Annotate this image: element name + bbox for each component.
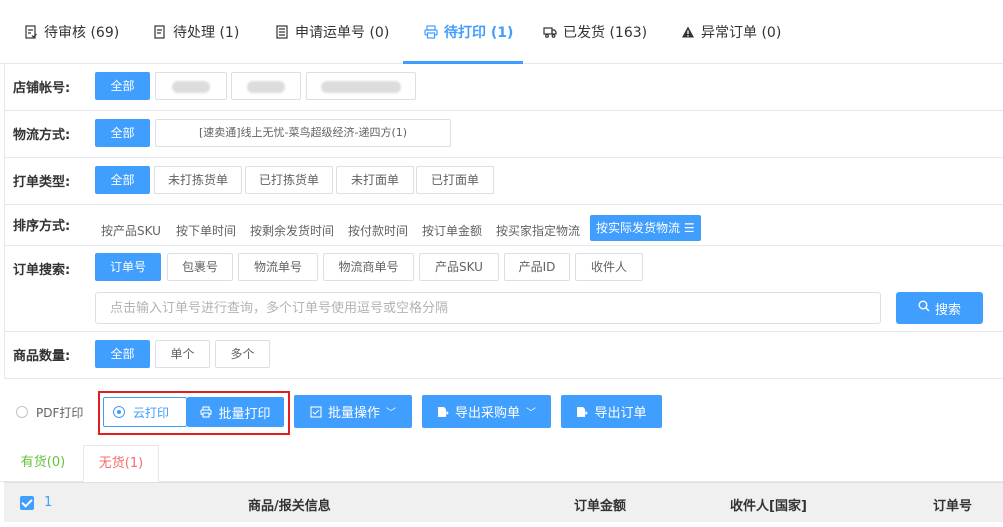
tab-out-of-stock[interactable]: 无货(1) bbox=[83, 445, 159, 482]
tab-label: 异常订单 (0) bbox=[701, 25, 782, 41]
sort-by-order-amount[interactable]: 按订单金额 bbox=[422, 222, 482, 239]
tab-pending-review[interactable]: 待审核 (69) bbox=[12, 0, 131, 64]
logistics-option[interactable]: [速卖通]线上无忧-菜鸟超级经济-递四方(1) bbox=[155, 119, 451, 147]
search-button-label: 搜索 bbox=[934, 302, 961, 318]
export-orders-label: 导出订单 bbox=[594, 406, 647, 421]
truck-icon bbox=[543, 27, 557, 38]
tab-label: 待打印 (1) bbox=[444, 25, 514, 41]
tab-pending-print[interactable]: 待打印 (1) bbox=[412, 0, 525, 64]
filter-label: 排序方式: bbox=[13, 219, 71, 234]
sort-lines-icon: ☰ bbox=[683, 221, 695, 235]
tab-apply-tracking[interactable]: 申请运单号 (0) bbox=[263, 0, 401, 64]
search-by-product-id[interactable]: 产品ID bbox=[504, 253, 570, 281]
tab-pending-process[interactable]: 待处理 (1) bbox=[141, 0, 251, 64]
tab-label: 待处理 (1) bbox=[173, 25, 240, 41]
export-icon bbox=[437, 406, 449, 417]
select-all-checkbox[interactable] bbox=[20, 496, 34, 510]
logistics-all-button[interactable]: 全部 bbox=[95, 119, 150, 147]
order-status-tabs: 待审核 (69) 待处理 (1) 申请运单号 (0) 待打印 (1) 已发货 (… bbox=[0, 0, 1003, 64]
selected-count: 1 bbox=[44, 495, 53, 510]
checkbox-edit-icon bbox=[310, 405, 322, 418]
store-all-button[interactable]: 全部 bbox=[95, 72, 150, 100]
redacted-text bbox=[321, 80, 401, 93]
export-purchase-order-label: 导出采购单 bbox=[454, 406, 520, 421]
printer-icon bbox=[424, 25, 438, 39]
search-by-recipient[interactable]: 收件人 bbox=[575, 253, 643, 281]
sort-by-sku[interactable]: 按产品SKU bbox=[101, 222, 161, 239]
filter-row-print-type: 打单类型: 全部 未打拣货单 已打拣货单 未打面单 已打面单 bbox=[5, 158, 1003, 205]
tab-label: 已发货 (163) bbox=[563, 25, 648, 41]
tab-shipped[interactable]: 已发货 (163) bbox=[531, 0, 659, 64]
tab-label: 申请运单号 (0) bbox=[295, 25, 390, 41]
filter-label: 店铺帐号: bbox=[13, 81, 71, 96]
pdf-print-radio[interactable]: PDF打印 bbox=[16, 397, 83, 427]
sort-by-buyer-logistics[interactable]: 按买家指定物流 bbox=[496, 222, 580, 239]
filter-row-quantity: 商品数量: 全部 单个 多个 bbox=[5, 332, 1003, 379]
tab-in-stock[interactable]: 有货(0) bbox=[10, 445, 76, 482]
search-by-package-no[interactable]: 包裹号 bbox=[167, 253, 233, 281]
sort-active-label: 按实际发货物流 bbox=[596, 221, 681, 235]
tab-label: 待审核 (69) bbox=[44, 25, 120, 41]
pdf-print-label: PDF打印 bbox=[36, 405, 84, 420]
redacted-text bbox=[172, 80, 210, 93]
document-edit-icon bbox=[154, 25, 165, 39]
print-type-unpicked[interactable]: 未打拣货单 bbox=[154, 166, 242, 194]
order-table-header: 1 商品/报关信息 订单金额 收件人[国家] 订单号 bbox=[4, 482, 1003, 522]
search-by-tracking-no[interactable]: 物流单号 bbox=[238, 253, 318, 281]
batch-operations-button[interactable]: 批量操作 ﹀ bbox=[294, 395, 412, 428]
export-purchase-order-button[interactable]: 导出采购单 ﹀ bbox=[422, 395, 551, 428]
quantity-single[interactable]: 单个 bbox=[155, 340, 210, 368]
redacted-text bbox=[247, 80, 285, 93]
print-type-labeled[interactable]: 已打面单 bbox=[416, 166, 494, 194]
search-button[interactable]: 搜索 bbox=[896, 292, 983, 324]
print-type-unlabeled[interactable]: 未打面单 bbox=[336, 166, 414, 194]
quantity-all[interactable]: 全部 bbox=[95, 340, 150, 368]
filter-row-logistics: 物流方式: 全部 [速卖通]线上无忧-菜鸟超级经济-递四方(1) bbox=[5, 111, 1003, 158]
filter-label: 物流方式: bbox=[13, 128, 71, 143]
print-type-picked[interactable]: 已打拣货单 bbox=[245, 166, 333, 194]
search-by-product-sku[interactable]: 产品SKU bbox=[419, 253, 499, 281]
sort-by-actual-logistics[interactable]: 按实际发货物流 ☰ bbox=[590, 215, 701, 241]
quantity-multiple[interactable]: 多个 bbox=[215, 340, 270, 368]
filter-row-store: 店铺帐号: 全部 bbox=[5, 64, 1003, 111]
sort-by-remaining-ship-time[interactable]: 按剩余发货时间 bbox=[250, 222, 334, 239]
order-search-input[interactable] bbox=[95, 292, 881, 324]
store-option-3[interactable] bbox=[306, 72, 416, 100]
highlight-frame bbox=[98, 391, 290, 435]
store-option-2[interactable] bbox=[231, 72, 301, 100]
export-icon bbox=[577, 406, 589, 417]
filter-panel: 店铺帐号: 全部 物流方式: 全部 [速卖通]线上无忧-菜鸟超级经济-递四方(1… bbox=[4, 64, 1003, 379]
filter-label: 订单搜索: bbox=[13, 263, 71, 278]
batch-operations-label: 批量操作 bbox=[327, 406, 380, 421]
document-check-icon bbox=[25, 25, 37, 39]
search-icon bbox=[918, 300, 930, 316]
search-by-carrier-order-no[interactable]: 物流商单号 bbox=[323, 253, 414, 281]
tab-abnormal-orders[interactable]: 异常订单 (0) bbox=[669, 0, 793, 64]
column-header-order-number: 订单号 bbox=[933, 499, 973, 514]
chevron-down-icon: ﹀ bbox=[526, 408, 536, 419]
search-by-order-no[interactable]: 订单号 bbox=[95, 253, 161, 281]
warning-icon bbox=[682, 26, 694, 38]
chevron-down-icon: ﹀ bbox=[386, 408, 396, 419]
radio-circle bbox=[16, 406, 28, 418]
filter-label: 商品数量: bbox=[13, 349, 71, 364]
filter-label: 打单类型: bbox=[13, 175, 71, 190]
store-option-1[interactable] bbox=[155, 72, 227, 100]
column-header-order-amount: 订单金额 bbox=[574, 499, 627, 514]
column-header-recipient-country: 收件人[国家] bbox=[730, 499, 807, 514]
export-orders-button[interactable]: 导出订单 bbox=[561, 395, 662, 428]
sort-by-payment-time[interactable]: 按付款时间 bbox=[348, 222, 408, 239]
document-list-icon bbox=[276, 25, 288, 39]
sort-by-order-time[interactable]: 按下单时间 bbox=[176, 222, 236, 239]
print-type-all[interactable]: 全部 bbox=[95, 166, 150, 194]
column-header-product-info: 商品/报关信息 bbox=[248, 499, 331, 514]
